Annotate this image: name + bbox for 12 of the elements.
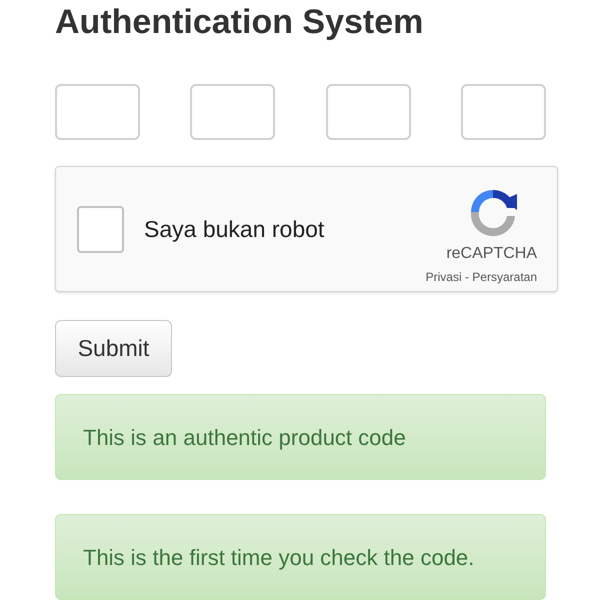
alert-message: This is an authentic product code	[83, 424, 406, 452]
code-input-field[interactable]	[190, 84, 276, 140]
captcha-label: Saya bukan robot	[144, 214, 324, 244]
code-input-field[interactable]	[55, 84, 140, 140]
page-title: Authentication System	[55, 2, 424, 42]
submit-button[interactable]: Submit	[55, 320, 172, 377]
code-input-field[interactable]	[460, 84, 546, 140]
code-input-field[interactable]	[326, 84, 411, 140]
privacy-terms-link[interactable]: Privasi - Persyaratan	[426, 268, 537, 286]
captcha-checkbox[interactable]	[77, 206, 124, 252]
recaptcha-brand: reCAPTCHA	[446, 244, 537, 264]
alert-message: This is the first time you check the code.	[83, 544, 474, 572]
